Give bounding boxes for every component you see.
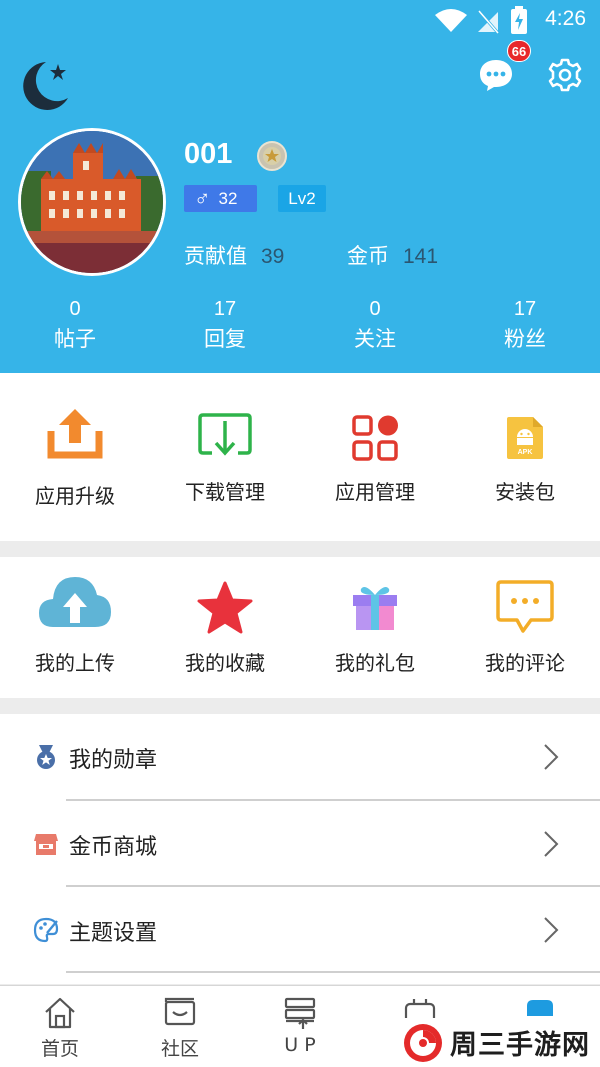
- avatar[interactable]: [18, 128, 166, 276]
- coins-stat: 金币 141: [347, 240, 438, 270]
- up-icon: [284, 997, 316, 1029]
- tool-label: 应用升级: [35, 484, 115, 508]
- count-label: 回复: [204, 327, 246, 351]
- download-manage-button[interactable]: 下载管理: [150, 373, 300, 541]
- watermark-logo-icon: [404, 1023, 442, 1062]
- level-chip: Lv2: [278, 185, 326, 212]
- mine-label: 我的上传: [35, 651, 115, 675]
- count-value: 0: [369, 298, 381, 320]
- mine-label: 我的收藏: [185, 651, 265, 675]
- nav-community[interactable]: 社区: [120, 986, 240, 1067]
- tools-grid: 应用升级 下载管理 应用管理 APK 安装包: [0, 373, 600, 541]
- count-label: 关注: [354, 327, 396, 351]
- settings-gear-icon[interactable]: [548, 58, 582, 92]
- app-manage-button[interactable]: 应用管理: [300, 373, 450, 541]
- night-mode-icon[interactable]: [18, 58, 72, 112]
- nav-label: U P: [284, 1034, 316, 1056]
- tool-label: 下载管理: [185, 480, 265, 504]
- profile-counts: 0 帖子 17 回复 0 关注 17 粉丝: [0, 296, 600, 356]
- my-gifts-button[interactable]: 我的礼包: [300, 557, 450, 698]
- mine-label: 我的礼包: [335, 651, 415, 675]
- count-followers[interactable]: 17 粉丝: [450, 296, 600, 356]
- gender-age-chip: ♂ 32: [184, 185, 257, 212]
- message-icon[interactable]: [478, 58, 514, 92]
- male-icon: ♂: [194, 185, 211, 211]
- status-bar: 4:26: [0, 0, 600, 42]
- nav-home[interactable]: 首页: [0, 986, 120, 1067]
- my-comments-button[interactable]: 我的评论: [450, 557, 600, 698]
- coins-label: 金币: [347, 244, 389, 268]
- no-signal-icon: [477, 10, 500, 34]
- nav-label: 社区: [160, 1038, 199, 1060]
- cloud-upload-icon: [39, 577, 111, 627]
- tool-label: 应用管理: [335, 480, 415, 504]
- shop-icon: [34, 834, 58, 855]
- menu-item-coin-shop[interactable]: 金币商城: [0, 801, 600, 887]
- apk-package-button[interactable]: APK 安装包: [450, 373, 600, 541]
- count-posts[interactable]: 0 帖子: [0, 296, 150, 356]
- star-icon: [197, 581, 253, 634]
- app-manage-icon: [352, 415, 398, 461]
- watermark-text: 周三手游网: [450, 1030, 590, 1061]
- my-uploads-button[interactable]: 我的上传: [0, 557, 150, 698]
- home-icon: [45, 997, 75, 1029]
- profile-header: 4:26 66 001 ♂ 32 Lv2 贡献值 39 金币 141 0 帖子 …: [0, 0, 600, 373]
- chevron-right-icon: [544, 831, 559, 857]
- count-replies[interactable]: 17 回复: [150, 296, 300, 356]
- chevron-right-icon: [544, 744, 559, 770]
- comment-icon: [496, 580, 554, 633]
- coins-value: 141: [403, 245, 439, 268]
- gift-icon: [353, 587, 397, 630]
- menu-label: 主题设置: [69, 921, 158, 946]
- message-badge: 66: [507, 40, 531, 62]
- palette-icon: [33, 917, 59, 943]
- wifi-icon: [435, 9, 467, 32]
- mine-label: 我的评论: [485, 651, 565, 675]
- watermark: 周三手游网: [402, 1018, 600, 1067]
- menu-list: 我的勋章 金币商城 主题设置: [0, 714, 600, 984]
- nav-label: 首页: [40, 1038, 79, 1060]
- medal-badge-icon[interactable]: [256, 140, 288, 172]
- username: 001: [184, 138, 233, 170]
- age-value: 32: [218, 188, 238, 208]
- count-value: 17: [213, 298, 237, 320]
- count-label: 粉丝: [504, 327, 546, 351]
- upload-icon: [47, 409, 103, 459]
- chevron-right-icon: [544, 917, 559, 943]
- contribution-value: 39: [261, 245, 285, 268]
- count-following[interactable]: 0 关注: [300, 296, 450, 356]
- contribution-stat: 贡献值 39: [184, 240, 284, 270]
- my-favorites-button[interactable]: 我的收藏: [150, 557, 300, 698]
- divider: [66, 971, 600, 973]
- contribution-label: 贡献值: [184, 244, 247, 268]
- download-icon: [198, 413, 252, 456]
- menu-item-theme[interactable]: 主题设置: [0, 887, 600, 973]
- community-icon: [164, 997, 196, 1026]
- svg-text:APK: APK: [518, 449, 533, 456]
- nav-up[interactable]: U P: [240, 986, 360, 1067]
- apk-icon: APK: [507, 417, 543, 459]
- menu-label: 金币商城: [69, 835, 158, 860]
- count-label: 帖子: [54, 327, 96, 351]
- tool-label: 安装包: [495, 480, 555, 504]
- menu-label: 我的勋章: [69, 748, 158, 773]
- app-upgrade-button[interactable]: 应用升级: [0, 373, 150, 541]
- battery-charging-icon: [511, 6, 527, 34]
- menu-item-medals[interactable]: 我的勋章: [0, 714, 600, 800]
- count-value: 17: [513, 298, 537, 320]
- medal-icon: [37, 745, 55, 769]
- avatar-castle-image: [21, 131, 163, 273]
- count-value: 0: [69, 298, 81, 320]
- mine-grid: 我的上传 我的收藏 我的礼包 我的评论: [0, 557, 600, 698]
- status-time: 4:26: [545, 7, 586, 30]
